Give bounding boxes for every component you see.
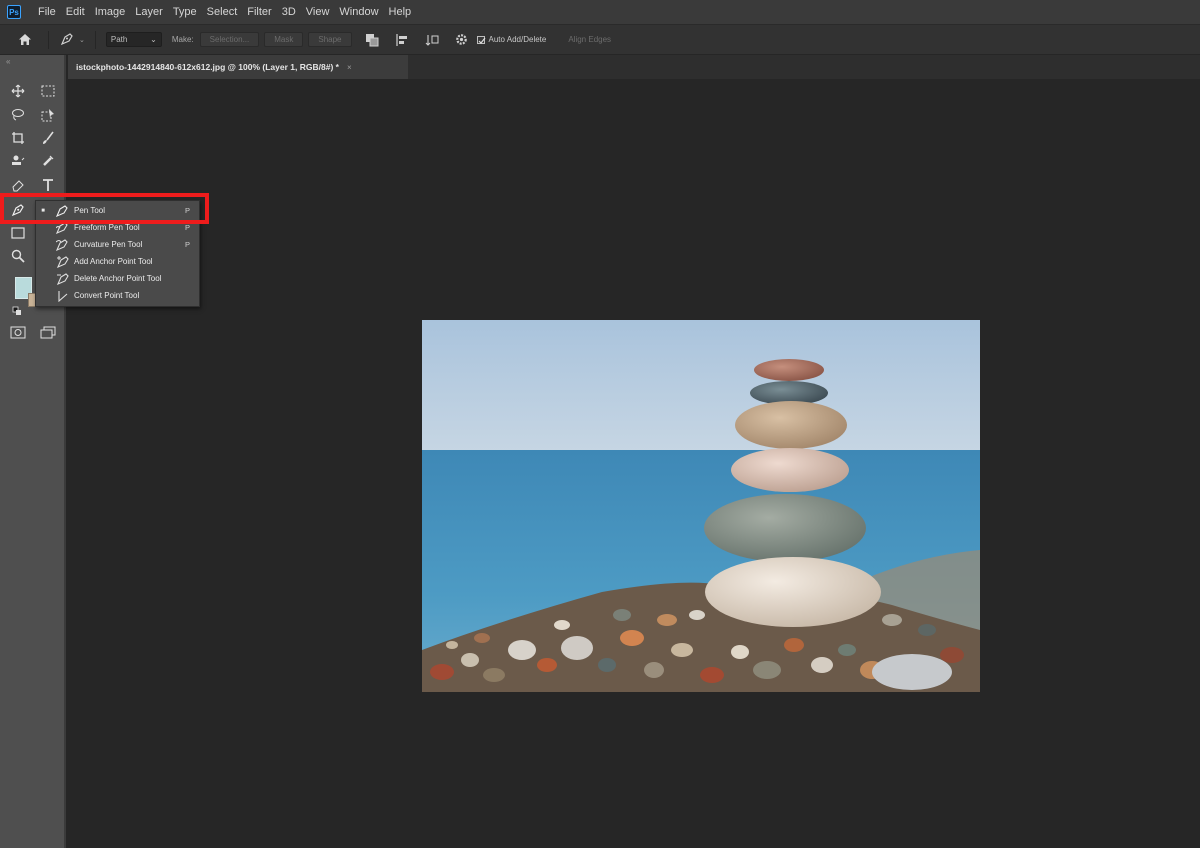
- path-arrangement-icon[interactable]: [421, 30, 443, 50]
- flyout-item-shortcut: P: [185, 240, 191, 249]
- document-tab-title: istockphoto-1442914840-612x612.jpg @ 100…: [76, 62, 339, 72]
- mode-select[interactable]: Path ⌄: [105, 32, 162, 47]
- document-tabs: istockphoto-1442914840-612x612.jpg @ 100…: [68, 55, 1200, 79]
- move-tool-icon[interactable]: [7, 81, 29, 101]
- flyout-item-label: Convert Point Tool: [74, 291, 140, 300]
- brush-tool-icon[interactable]: [37, 128, 59, 148]
- screen-mode-icon[interactable]: [37, 322, 59, 342]
- make-label: Make:: [171, 35, 194, 44]
- eraser-tool-icon[interactable]: [7, 175, 29, 195]
- flyout-item-add-anchor-point-tool[interactable]: Add Anchor Point Tool: [36, 253, 199, 270]
- object-selection-tool-icon[interactable]: [37, 105, 59, 125]
- tools-panel: «: [0, 55, 66, 848]
- type-tool-icon[interactable]: [37, 175, 59, 195]
- menu-select[interactable]: Select: [202, 0, 243, 24]
- healing-brush-tool-icon[interactable]: [37, 151, 59, 171]
- app-logo: Ps: [7, 5, 21, 19]
- path-operations-icon[interactable]: [361, 30, 383, 50]
- separator: [94, 30, 96, 49]
- gear-icon[interactable]: [451, 30, 473, 50]
- menu-image[interactable]: Image: [90, 0, 131, 24]
- auto-add-delete-checkbox[interactable]: [476, 35, 485, 44]
- tool-preset-picker[interactable]: ⌄: [59, 32, 85, 48]
- quick-mask-icon[interactable]: [7, 322, 29, 342]
- menu-layer[interactable]: Layer: [130, 0, 168, 24]
- menu-edit[interactable]: Edit: [61, 0, 90, 24]
- zoom-tool-icon[interactable]: [7, 246, 29, 266]
- delete-anchor-point-icon: [54, 272, 70, 286]
- menu-3d[interactable]: 3D: [277, 0, 301, 24]
- flyout-item-label: Freeform Pen Tool: [74, 223, 140, 232]
- flyout-item-label: Curvature Pen Tool: [74, 240, 143, 249]
- default-colors-icon[interactable]: [12, 303, 22, 315]
- menu-view[interactable]: View: [301, 0, 335, 24]
- flyout-item-label: Delete Anchor Point Tool: [74, 274, 162, 283]
- photoshop-window: Ps File Edit Image Layer Type Select Fil…: [0, 0, 1200, 848]
- pen-preset-icon: [59, 32, 75, 48]
- chevron-down-icon: ⌄: [79, 36, 85, 44]
- document-image[interactable]: [422, 320, 980, 692]
- make-shape-button[interactable]: Shape: [308, 32, 352, 47]
- options-bar: ⌄ Path ⌄ Make: Selection... Mask Shape A…: [0, 24, 1200, 54]
- auto-add-delete-label: Auto Add/Delete: [488, 35, 547, 44]
- menu-filter[interactable]: Filter: [242, 0, 276, 24]
- document-tab[interactable]: istockphoto-1442914840-612x612.jpg @ 100…: [68, 55, 408, 79]
- curvature-pen-icon: [54, 238, 70, 252]
- make-selection-button[interactable]: Selection...: [199, 32, 260, 47]
- convert-point-icon: [54, 289, 70, 303]
- crop-tool-icon[interactable]: [7, 128, 29, 148]
- menu-window[interactable]: Window: [334, 0, 383, 24]
- menu-bar: Ps File Edit Image Layer Type Select Fil…: [0, 0, 1200, 24]
- rectangle-tool-icon[interactable]: [7, 223, 29, 243]
- lasso-tool-icon[interactable]: [7, 105, 29, 125]
- menu-type[interactable]: Type: [168, 0, 202, 24]
- panel-collapse-icon[interactable]: «: [6, 57, 10, 66]
- canvas-workspace[interactable]: [68, 80, 1200, 848]
- flyout-item-delete-anchor-point-tool[interactable]: Delete Anchor Point Tool: [36, 270, 199, 287]
- separator: [48, 30, 49, 49]
- flyout-item-convert-point-tool[interactable]: Convert Point Tool: [36, 287, 199, 304]
- menu-help[interactable]: Help: [384, 0, 417, 24]
- clone-stamp-tool-icon[interactable]: [7, 151, 29, 171]
- add-anchor-point-icon: [54, 255, 70, 269]
- menu-file[interactable]: File: [33, 0, 61, 24]
- marquee-tool-icon[interactable]: [37, 81, 59, 101]
- flyout-item-curvature-pen-tool[interactable]: Curvature Pen Tool P: [36, 236, 199, 253]
- mode-select-value: Path: [110, 35, 128, 44]
- path-alignment-icon[interactable]: [391, 30, 413, 50]
- flyout-item-label: Add Anchor Point Tool: [74, 257, 153, 266]
- chevron-down-icon: ⌄: [150, 35, 157, 44]
- flyout-item-shortcut: P: [185, 223, 191, 232]
- make-mask-button[interactable]: Mask: [264, 32, 304, 47]
- highlight-annotation: [0, 193, 209, 224]
- home-icon[interactable]: [12, 29, 38, 51]
- close-icon[interactable]: ×: [347, 63, 352, 72]
- align-edges-label[interactable]: Align Edges: [568, 35, 611, 44]
